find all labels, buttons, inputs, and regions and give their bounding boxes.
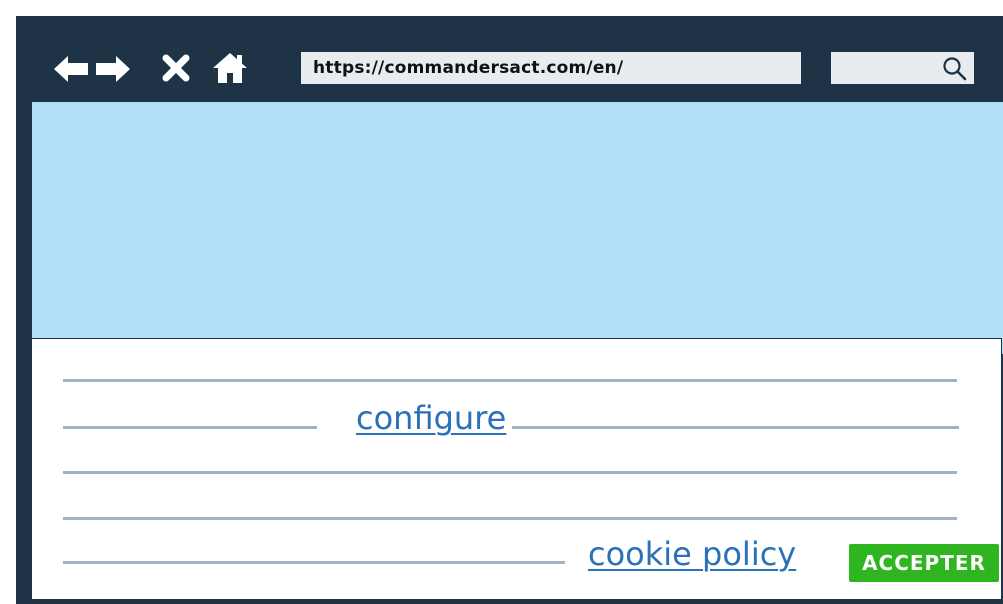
placeholder-text-line: [63, 561, 565, 564]
back-arrow-icon[interactable]: [54, 56, 88, 82]
placeholder-text-line: [63, 471, 957, 474]
search-input[interactable]: [829, 50, 976, 86]
search-icon[interactable]: [942, 56, 968, 87]
page-content-area: [32, 102, 1003, 354]
placeholder-text-line: [63, 426, 317, 429]
address-bar[interactable]: https://commandersact.com/en/: [299, 50, 803, 86]
placeholder-text-line: [63, 517, 957, 520]
home-icon[interactable]: [213, 53, 247, 83]
accept-button[interactable]: ACCEPTER: [849, 544, 999, 582]
url-text: https://commandersact.com/en/: [313, 58, 624, 78]
cookie-policy-link[interactable]: cookie policy: [588, 535, 796, 573]
placeholder-text-line: [512, 426, 959, 429]
configure-link[interactable]: configure: [356, 399, 506, 437]
browser-window: https://commandersact.com/en/ configure …: [16, 16, 1003, 604]
forward-arrow-icon[interactable]: [96, 56, 130, 82]
close-icon[interactable]: [162, 54, 190, 82]
cookie-consent-banner: configure cookie policy ACCEPTER: [31, 338, 1002, 600]
placeholder-text-line: [63, 379, 957, 382]
